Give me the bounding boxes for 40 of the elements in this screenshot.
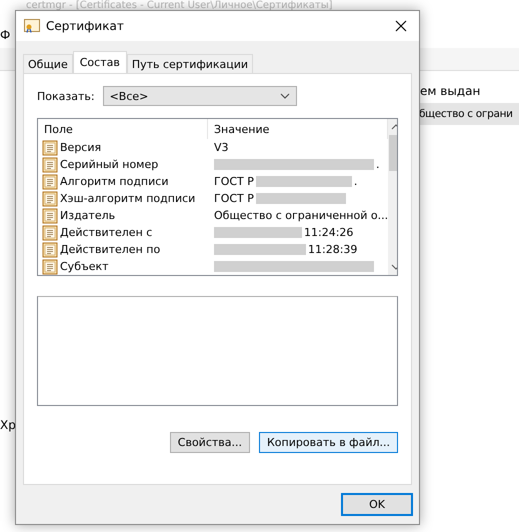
table-cell: Общество с ограниченной о... (214, 209, 388, 222)
ok-button[interactable]: OK (341, 493, 413, 516)
table-cell: бщество с ограни (419, 103, 519, 125)
tab[interactable]: Общие (23, 54, 73, 73)
table-cell: . (354, 175, 358, 188)
field-name: Хэш-алгоритм подписи (60, 192, 196, 205)
field-name: Субъект (60, 260, 109, 273)
certificate-field-icon (42, 242, 58, 258)
field-name: Серийный номер (60, 158, 158, 171)
background-window-title: certmgr - [Certificates - Current User\Личное\Сертификаты] (26, 0, 333, 11)
table-cell: ГОСТ Р (214, 175, 254, 188)
certificate-field-icon (42, 156, 58, 172)
certificate-field-icon (42, 140, 58, 156)
certificate-field-icon (42, 190, 58, 206)
certificate-icon (24, 19, 40, 33)
table-cell: 11:24:26 (304, 226, 354, 239)
column-header: ем выдан (420, 84, 480, 98)
action-button[interactable]: Свойства... (170, 432, 250, 453)
table-cell: . (376, 158, 380, 171)
column-header[interactable]: Поле (38, 119, 208, 139)
field-name: Издатель (60, 209, 116, 222)
table-cell: V3 (214, 141, 229, 154)
field-name: Действителен с (60, 226, 152, 239)
window-title: Сертификат (46, 19, 125, 33)
tab[interactable]: Состав (72, 51, 127, 73)
certificate-field-icon (42, 258, 58, 274)
status-text: Хр (0, 418, 16, 432)
tab[interactable]: Путь сертификации (126, 54, 254, 73)
action-button[interactable]: Копировать в файл... (259, 432, 398, 453)
field-name: Алгоритм подписи (60, 175, 168, 188)
show-dropdown[interactable]: <Все> (102, 86, 297, 106)
table-cell: 11:28:39 (308, 243, 358, 256)
menu-item[interactable]: Ф (0, 28, 10, 42)
certificate-field-icon (42, 224, 58, 240)
certificate-field-icon (42, 208, 58, 224)
show-label: Показать: (37, 90, 95, 102)
table-cell: ГОСТ Р (214, 192, 254, 205)
certificate-field-icon (42, 174, 58, 190)
field-name: Версия (60, 141, 102, 154)
field-name: Действителен по (60, 243, 160, 256)
